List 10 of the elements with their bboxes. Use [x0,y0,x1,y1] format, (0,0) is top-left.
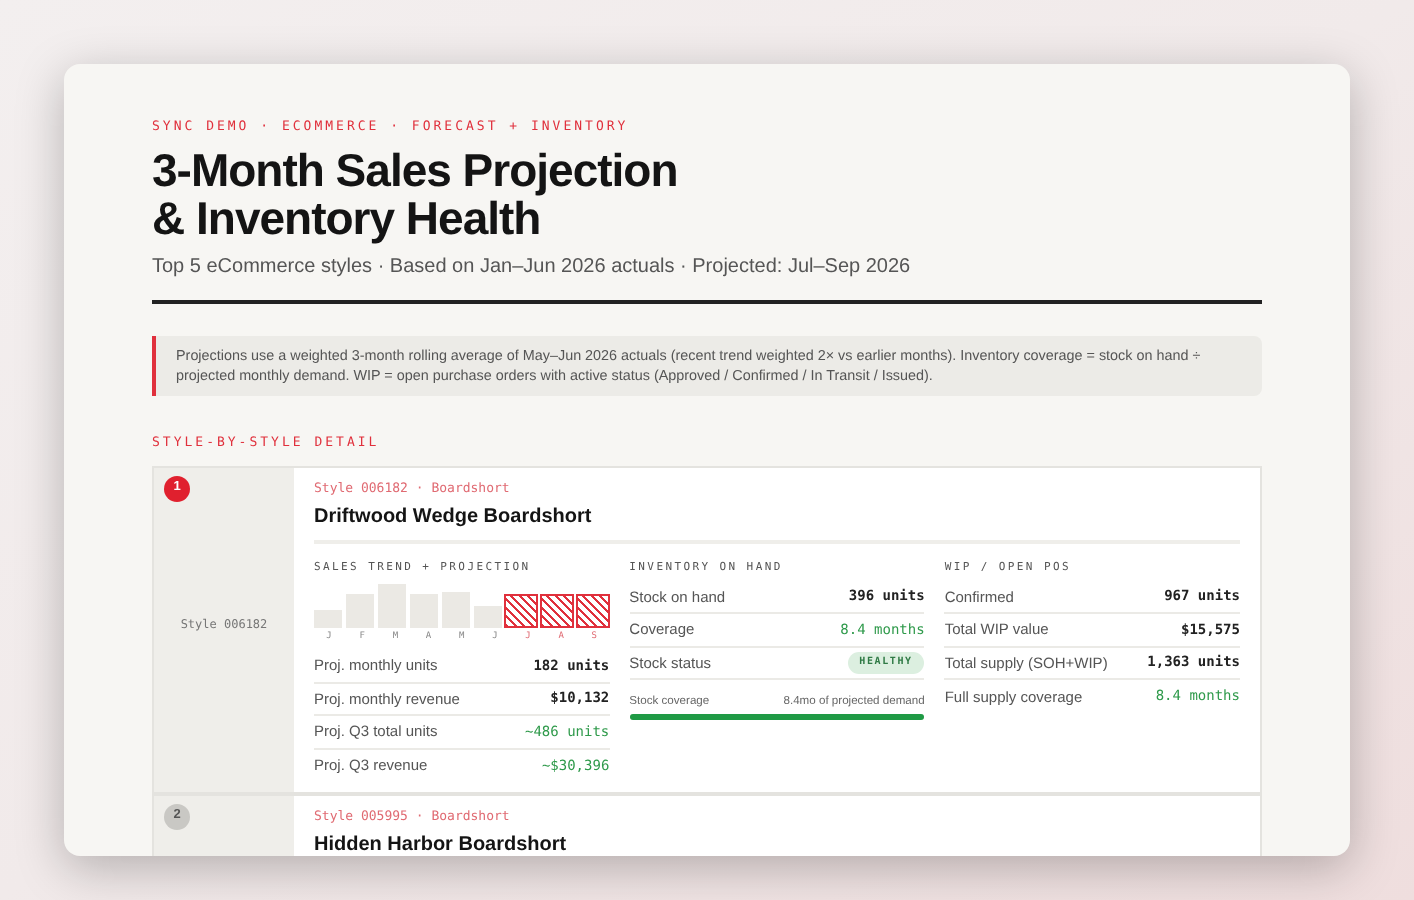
style-name: Driftwood Wedge Boardshort [314,504,594,533]
page-subtitle: Top 5 eCommerce styles · Based on Jan–Jun 2026 actuals · Projected: Jul–Sep 2026 [152,253,913,282]
sales-bar [409,593,439,627]
projected-bar [540,593,574,627]
projected-bar [576,593,610,627]
projected-bar [504,593,538,627]
sales-bar [377,583,407,627]
page-title: 3-Month Sales Projection [152,145,680,194]
style-name: Hidden Harbor Boardshort [314,832,569,856]
page-title: & Inventory Health [152,193,541,242]
